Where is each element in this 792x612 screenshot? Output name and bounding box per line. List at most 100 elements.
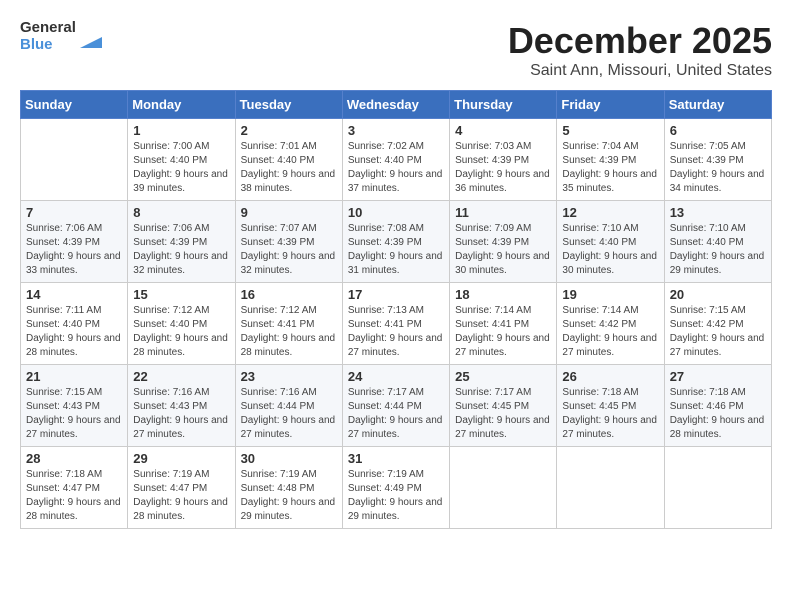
sunset-text: Sunset: 4:41 PM bbox=[241, 318, 337, 332]
day-number: 24 bbox=[348, 369, 444, 384]
sunrise-text: Sunrise: 7:00 AM bbox=[133, 140, 229, 154]
day-number: 4 bbox=[455, 123, 551, 138]
day-info: Sunrise: 7:01 AM Sunset: 4:40 PM Dayligh… bbox=[241, 140, 337, 196]
calendar-header-row: SundayMondayTuesdayWednesdayThursdayFrid… bbox=[21, 91, 772, 119]
calendar-day-cell: 19 Sunrise: 7:14 AM Sunset: 4:42 PM Dayl… bbox=[557, 283, 664, 365]
day-info: Sunrise: 7:17 AM Sunset: 4:44 PM Dayligh… bbox=[348, 386, 444, 442]
day-info: Sunrise: 7:06 AM Sunset: 4:39 PM Dayligh… bbox=[26, 222, 122, 278]
sunset-text: Sunset: 4:47 PM bbox=[26, 482, 122, 496]
daylight-text: Daylight: 9 hours and 37 minutes. bbox=[348, 168, 444, 196]
daylight-text: Daylight: 9 hours and 30 minutes. bbox=[455, 250, 551, 278]
day-of-week-header: Monday bbox=[128, 91, 235, 119]
calendar-day-cell: 3 Sunrise: 7:02 AM Sunset: 4:40 PM Dayli… bbox=[342, 119, 449, 201]
calendar-week-row: 21 Sunrise: 7:15 AM Sunset: 4:43 PM Dayl… bbox=[21, 365, 772, 447]
day-of-week-header: Wednesday bbox=[342, 91, 449, 119]
day-number: 30 bbox=[241, 451, 337, 466]
sunset-text: Sunset: 4:40 PM bbox=[348, 154, 444, 168]
daylight-text: Daylight: 9 hours and 29 minutes. bbox=[348, 496, 444, 524]
day-number: 16 bbox=[241, 287, 337, 302]
sunrise-text: Sunrise: 7:01 AM bbox=[241, 140, 337, 154]
sunset-text: Sunset: 4:44 PM bbox=[241, 400, 337, 414]
sunset-text: Sunset: 4:41 PM bbox=[348, 318, 444, 332]
day-info: Sunrise: 7:04 AM Sunset: 4:39 PM Dayligh… bbox=[562, 140, 658, 196]
calendar-day-cell: 15 Sunrise: 7:12 AM Sunset: 4:40 PM Dayl… bbox=[128, 283, 235, 365]
day-number: 12 bbox=[562, 205, 658, 220]
day-info: Sunrise: 7:00 AM Sunset: 4:40 PM Dayligh… bbox=[133, 140, 229, 196]
sunrise-text: Sunrise: 7:11 AM bbox=[26, 304, 122, 318]
sunset-text: Sunset: 4:47 PM bbox=[133, 482, 229, 496]
calendar-day-cell: 21 Sunrise: 7:15 AM Sunset: 4:43 PM Dayl… bbox=[21, 365, 128, 447]
sunset-text: Sunset: 4:40 PM bbox=[562, 236, 658, 250]
calendar-day-cell: 23 Sunrise: 7:16 AM Sunset: 4:44 PM Dayl… bbox=[235, 365, 342, 447]
calendar-day-cell: 14 Sunrise: 7:11 AM Sunset: 4:40 PM Dayl… bbox=[21, 283, 128, 365]
sunset-text: Sunset: 4:39 PM bbox=[455, 154, 551, 168]
logo: General Blue bbox=[20, 20, 102, 53]
sunrise-text: Sunrise: 7:13 AM bbox=[348, 304, 444, 318]
day-info: Sunrise: 7:19 AM Sunset: 4:47 PM Dayligh… bbox=[133, 468, 229, 524]
day-number: 25 bbox=[455, 369, 551, 384]
day-number: 17 bbox=[348, 287, 444, 302]
calendar-day-cell: 24 Sunrise: 7:17 AM Sunset: 4:44 PM Dayl… bbox=[342, 365, 449, 447]
sunrise-text: Sunrise: 7:12 AM bbox=[241, 304, 337, 318]
daylight-text: Daylight: 9 hours and 36 minutes. bbox=[455, 168, 551, 196]
day-number: 14 bbox=[26, 287, 122, 302]
day-info: Sunrise: 7:16 AM Sunset: 4:44 PM Dayligh… bbox=[241, 386, 337, 442]
day-number: 20 bbox=[670, 287, 766, 302]
day-info: Sunrise: 7:10 AM Sunset: 4:40 PM Dayligh… bbox=[670, 222, 766, 278]
calendar-day-cell: 9 Sunrise: 7:07 AM Sunset: 4:39 PM Dayli… bbox=[235, 201, 342, 283]
day-number: 6 bbox=[670, 123, 766, 138]
sunrise-text: Sunrise: 7:03 AM bbox=[455, 140, 551, 154]
day-of-week-header: Saturday bbox=[664, 91, 771, 119]
month-title: December 2025 bbox=[508, 20, 772, 62]
sunrise-text: Sunrise: 7:14 AM bbox=[455, 304, 551, 318]
day-of-week-header: Tuesday bbox=[235, 91, 342, 119]
calendar-day-cell: 16 Sunrise: 7:12 AM Sunset: 4:41 PM Dayl… bbox=[235, 283, 342, 365]
day-of-week-header: Friday bbox=[557, 91, 664, 119]
sunset-text: Sunset: 4:40 PM bbox=[670, 236, 766, 250]
day-of-week-header: Thursday bbox=[450, 91, 557, 119]
page-header: General Blue December 2025 Saint Ann, Mi… bbox=[20, 20, 772, 80]
calendar-day-cell: 20 Sunrise: 7:15 AM Sunset: 4:42 PM Dayl… bbox=[664, 283, 771, 365]
day-info: Sunrise: 7:18 AM Sunset: 4:45 PM Dayligh… bbox=[562, 386, 658, 442]
title-section: December 2025 Saint Ann, Missouri, Unite… bbox=[508, 20, 772, 80]
sunset-text: Sunset: 4:39 PM bbox=[26, 236, 122, 250]
daylight-text: Daylight: 9 hours and 30 minutes. bbox=[562, 250, 658, 278]
sunset-text: Sunset: 4:41 PM bbox=[455, 318, 551, 332]
day-number: 9 bbox=[241, 205, 337, 220]
day-number: 15 bbox=[133, 287, 229, 302]
calendar-day-cell: 17 Sunrise: 7:13 AM Sunset: 4:41 PM Dayl… bbox=[342, 283, 449, 365]
day-info: Sunrise: 7:15 AM Sunset: 4:43 PM Dayligh… bbox=[26, 386, 122, 442]
sunset-text: Sunset: 4:45 PM bbox=[455, 400, 551, 414]
day-number: 10 bbox=[348, 205, 444, 220]
sunrise-text: Sunrise: 7:04 AM bbox=[562, 140, 658, 154]
day-info: Sunrise: 7:14 AM Sunset: 4:42 PM Dayligh… bbox=[562, 304, 658, 360]
calendar-day-cell: 4 Sunrise: 7:03 AM Sunset: 4:39 PM Dayli… bbox=[450, 119, 557, 201]
sunset-text: Sunset: 4:40 PM bbox=[26, 318, 122, 332]
sunrise-text: Sunrise: 7:10 AM bbox=[670, 222, 766, 236]
daylight-text: Daylight: 9 hours and 27 minutes. bbox=[26, 414, 122, 442]
calendar-day-cell: 6 Sunrise: 7:05 AM Sunset: 4:39 PM Dayli… bbox=[664, 119, 771, 201]
daylight-text: Daylight: 9 hours and 28 minutes. bbox=[26, 332, 122, 360]
calendar-day-cell: 25 Sunrise: 7:17 AM Sunset: 4:45 PM Dayl… bbox=[450, 365, 557, 447]
sunset-text: Sunset: 4:43 PM bbox=[133, 400, 229, 414]
day-info: Sunrise: 7:14 AM Sunset: 4:41 PM Dayligh… bbox=[455, 304, 551, 360]
day-number: 2 bbox=[241, 123, 337, 138]
calendar-week-row: 28 Sunrise: 7:18 AM Sunset: 4:47 PM Dayl… bbox=[21, 447, 772, 529]
sunset-text: Sunset: 4:44 PM bbox=[348, 400, 444, 414]
sunrise-text: Sunrise: 7:18 AM bbox=[26, 468, 122, 482]
logo-line1: General bbox=[20, 20, 76, 37]
day-number: 8 bbox=[133, 205, 229, 220]
daylight-text: Daylight: 9 hours and 27 minutes. bbox=[562, 414, 658, 442]
logo-text: General Blue bbox=[20, 20, 76, 53]
day-info: Sunrise: 7:19 AM Sunset: 4:49 PM Dayligh… bbox=[348, 468, 444, 524]
location-title: Saint Ann, Missouri, United States bbox=[508, 62, 772, 80]
calendar-day-cell: 12 Sunrise: 7:10 AM Sunset: 4:40 PM Dayl… bbox=[557, 201, 664, 283]
sunset-text: Sunset: 4:39 PM bbox=[348, 236, 444, 250]
day-number: 18 bbox=[455, 287, 551, 302]
sunset-text: Sunset: 4:46 PM bbox=[670, 400, 766, 414]
sunrise-text: Sunrise: 7:12 AM bbox=[133, 304, 229, 318]
sunrise-text: Sunrise: 7:18 AM bbox=[562, 386, 658, 400]
sunrise-text: Sunrise: 7:09 AM bbox=[455, 222, 551, 236]
sunrise-text: Sunrise: 7:15 AM bbox=[26, 386, 122, 400]
day-info: Sunrise: 7:02 AM Sunset: 4:40 PM Dayligh… bbox=[348, 140, 444, 196]
